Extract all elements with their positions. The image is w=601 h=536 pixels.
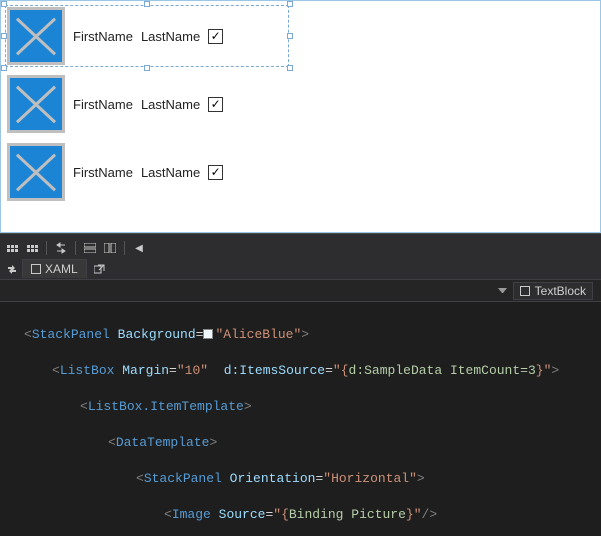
grid-view-icon[interactable] (4, 241, 20, 255)
t: Orientation (230, 471, 316, 486)
t: = (196, 327, 204, 342)
designer-surface[interactable]: FirstName LastName ✓ FirstName LastName … (0, 0, 601, 233)
resize-handle-icon[interactable] (144, 65, 150, 71)
image-placeholder-icon (7, 143, 65, 201)
t (110, 327, 118, 342)
separator (75, 241, 76, 255)
horizontal-split-icon[interactable] (82, 241, 98, 255)
t: "AliceBlue" (215, 327, 301, 342)
designer-toolbar: ◀ (0, 238, 601, 258)
t: "{ (333, 363, 349, 378)
t: < (136, 471, 144, 486)
resize-handle-icon[interactable] (287, 65, 293, 71)
t: d:SampleData ItemCount=3 (349, 363, 536, 378)
t: "{ (273, 507, 289, 522)
swap-panes-icon[interactable] (53, 241, 69, 255)
resize-handle-icon[interactable] (144, 1, 150, 7)
element-breadcrumb: TextBlock (0, 280, 601, 302)
element-icon (520, 286, 530, 296)
t: > (209, 435, 217, 450)
firstname-label: FirstName (73, 97, 133, 112)
t: Margin (122, 363, 169, 378)
checkmark-icon: ✓ (211, 166, 221, 178)
list-item[interactable]: FirstName LastName ✓ (7, 7, 287, 65)
lastname-label: LastName (141, 165, 200, 180)
xaml-editor[interactable]: <StackPanel Background="AliceBlue"> <Lis… (0, 302, 601, 536)
chevron-down-icon[interactable] (498, 288, 507, 294)
scroll-left-icon[interactable]: ◀ (131, 241, 147, 255)
t: > (301, 327, 309, 342)
t (211, 507, 219, 522)
checkmark-icon: ✓ (211, 30, 221, 42)
separator (124, 241, 125, 255)
t (222, 471, 230, 486)
vertical-split-icon[interactable] (102, 241, 118, 255)
t: Binding Picture (289, 507, 406, 522)
popout-icon[interactable] (93, 262, 107, 276)
t: Source (219, 507, 266, 522)
list-item[interactable]: FirstName LastName ✓ (7, 75, 287, 133)
t: ListBox (60, 363, 115, 378)
xaml-file-icon (31, 264, 41, 274)
t: Image (172, 507, 211, 522)
t: DataTemplate (116, 435, 210, 450)
t: < (24, 327, 32, 342)
image-placeholder-icon (7, 7, 65, 65)
t: StackPanel (32, 327, 110, 342)
t: > (417, 471, 425, 486)
color-swatch-icon (203, 329, 213, 339)
t: /> (422, 507, 438, 522)
t: < (80, 399, 88, 414)
checkbox[interactable]: ✓ (208, 97, 223, 112)
t: ListBox.ItemTemplate (88, 399, 244, 414)
t: StackPanel (144, 471, 222, 486)
checkbox[interactable]: ✓ (208, 165, 223, 180)
breadcrumb-item[interactable]: TextBlock (513, 282, 593, 300)
t: < (108, 435, 116, 450)
firstname-label: FirstName (73, 29, 133, 44)
swap-panes-icon[interactable] (4, 261, 20, 277)
t: > (244, 399, 252, 414)
t: = (325, 363, 333, 378)
listbox-preview: FirstName LastName ✓ FirstName LastName … (7, 7, 287, 201)
t: }" (536, 363, 552, 378)
resize-handle-icon[interactable] (287, 1, 293, 7)
lastname-label: LastName (141, 29, 200, 44)
list-item[interactable]: FirstName LastName ✓ (7, 143, 287, 201)
t: = (169, 363, 177, 378)
t: < (52, 363, 60, 378)
t: }" (406, 507, 422, 522)
tab-label: XAML (45, 262, 78, 276)
grid-view-alt-icon[interactable] (24, 241, 40, 255)
resize-handle-icon[interactable] (1, 65, 7, 71)
t: "10" (177, 363, 208, 378)
t: Background (118, 327, 196, 342)
resize-handle-icon[interactable] (287, 33, 293, 39)
t (208, 363, 224, 378)
lastname-label: LastName (141, 97, 200, 112)
checkbox[interactable]: ✓ (208, 29, 223, 44)
separator (46, 241, 47, 255)
checkmark-icon: ✓ (211, 98, 221, 110)
t: "Horizontal" (323, 471, 417, 486)
t: < (164, 507, 172, 522)
tab-xaml[interactable]: XAML (22, 259, 87, 278)
panel-tabs: XAML (0, 258, 601, 280)
firstname-label: FirstName (73, 165, 133, 180)
image-placeholder-icon (7, 75, 65, 133)
t: d:ItemsSource (224, 363, 325, 378)
t: > (551, 363, 559, 378)
breadcrumb-label: TextBlock (535, 284, 586, 298)
